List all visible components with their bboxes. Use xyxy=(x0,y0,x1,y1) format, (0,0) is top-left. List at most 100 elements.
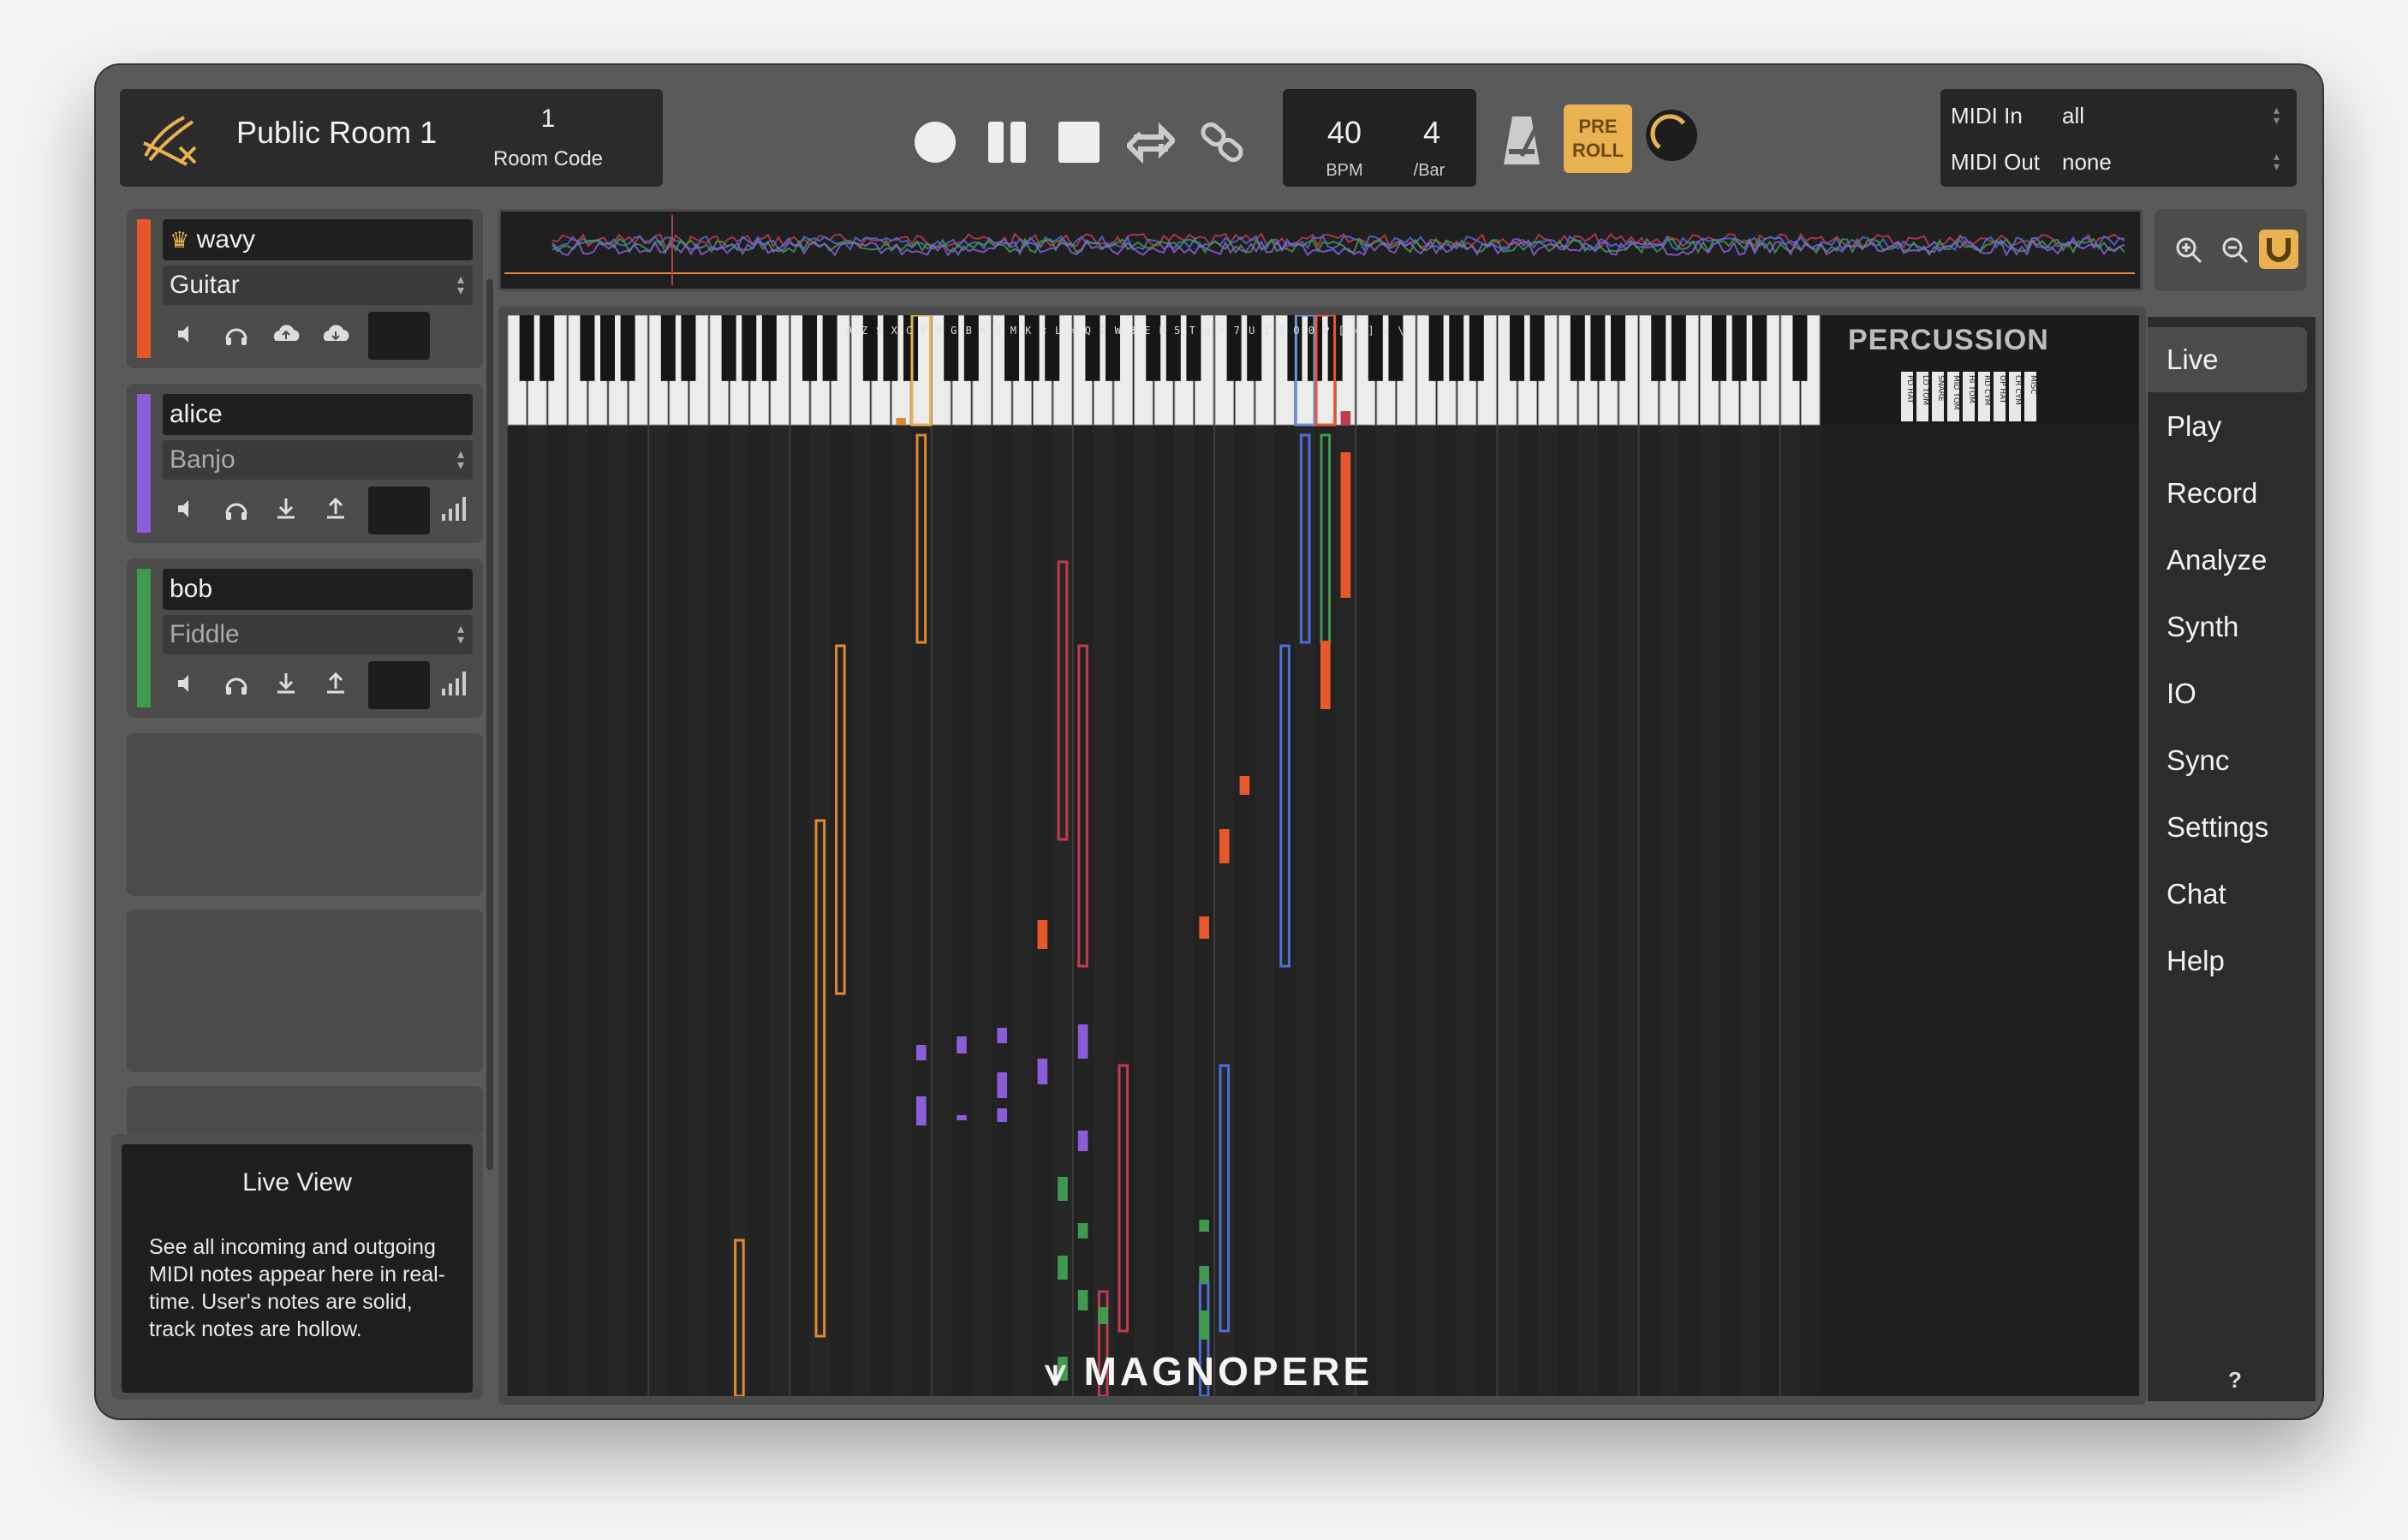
key-letter: ← xyxy=(1383,325,1389,337)
note-lane xyxy=(891,425,911,1396)
nav-item-sync[interactable]: Sync xyxy=(2148,728,2307,793)
note-lane xyxy=(1800,425,1821,1396)
record-icon[interactable] xyxy=(911,118,959,166)
bpm-value[interactable]: 40 xyxy=(1310,115,1379,151)
key-letter: O xyxy=(1293,325,1299,337)
note-lane xyxy=(1558,425,1578,1396)
download-icon[interactable] xyxy=(269,666,303,701)
nav-item-settings[interactable]: Settings xyxy=(2148,795,2307,860)
speaker-icon[interactable] xyxy=(170,317,204,351)
nav-item-record[interactable]: Record xyxy=(2148,461,2307,526)
help-hint[interactable]: ? xyxy=(2228,1367,2242,1394)
instrument-select[interactable]: Banjo ▴ ▾ xyxy=(163,440,473,480)
percussion-label: OP HAT xyxy=(1998,375,2006,404)
room-name[interactable]: Public Room 1 xyxy=(236,115,437,151)
instrument-name: Fiddle xyxy=(170,620,240,648)
nav-item-play[interactable]: Play xyxy=(2148,394,2307,459)
note-lane xyxy=(951,425,972,1396)
nav-item-io[interactable]: IO xyxy=(2148,661,2307,726)
user-note xyxy=(957,1036,967,1054)
user-note xyxy=(1340,411,1351,425)
stop-icon[interactable] xyxy=(1055,118,1103,166)
user-note xyxy=(1098,1307,1108,1324)
key-letter: Q xyxy=(1085,325,1091,337)
nav-item-chat[interactable]: Chat xyxy=(2148,862,2307,927)
volume-knob-icon[interactable] xyxy=(1644,108,1699,163)
black-key xyxy=(1570,315,1585,381)
black-key xyxy=(1449,315,1464,381)
cloud-download-icon[interactable] xyxy=(319,317,353,351)
nav-item-analyze[interactable]: Analyze xyxy=(2148,528,2307,593)
note-lane xyxy=(1739,425,1761,1396)
cloud-upload-icon[interactable] xyxy=(269,317,303,351)
link-icon[interactable] xyxy=(1199,118,1247,166)
midi-out-select[interactable]: none xyxy=(2062,149,2285,176)
track-list-scrollbar[interactable] xyxy=(486,279,493,1170)
zoom-out-icon[interactable] xyxy=(2220,235,2250,266)
loop-icon[interactable] xyxy=(1127,118,1175,166)
note-lane xyxy=(1356,425,1376,1396)
empty-track-slot[interactable] xyxy=(127,910,483,1072)
key-letter: W xyxy=(1115,325,1122,337)
zoom-in-icon[interactable] xyxy=(2173,235,2204,266)
track-card: alice Banjo ▴ ▾ xyxy=(127,384,483,543)
note-lane xyxy=(1659,425,1679,1396)
black-key xyxy=(620,315,635,381)
black-key xyxy=(580,315,595,381)
key-letter: T xyxy=(1189,325,1195,337)
info-body: See all incoming and outgoing MIDI notes… xyxy=(149,1235,446,1341)
midi-out-label: MIDI Out xyxy=(1951,149,2041,175)
app-window: Public Room 1 1 Room Code 40 BPM 4 /Bar … xyxy=(96,65,2322,1418)
note-lane xyxy=(1093,425,1113,1396)
note-lane xyxy=(931,425,952,1396)
instrument-select[interactable]: Guitar ▴ ▾ xyxy=(163,266,473,305)
black-key xyxy=(1752,315,1767,381)
note-lane xyxy=(1255,425,1275,1396)
key-letter: [ xyxy=(1338,325,1344,337)
instrument-select[interactable]: Fiddle ▴ ▾ xyxy=(163,615,473,654)
key-letter: M xyxy=(1010,325,1016,337)
user-note xyxy=(1037,1059,1048,1084)
snap-button[interactable] xyxy=(2259,230,2298,269)
headphones-icon[interactable] xyxy=(219,666,253,701)
headphones-icon[interactable] xyxy=(219,492,253,526)
note-lane xyxy=(790,425,810,1396)
percussion-label: CR CYM xyxy=(2013,375,2022,405)
app-logo-icon[interactable] xyxy=(137,104,206,173)
nav-item-synth[interactable]: Synth xyxy=(2148,594,2307,660)
preroll-button[interactable]: PRE ROLL xyxy=(1564,104,1632,173)
piano-roll[interactable]: A Z S X C F V G B N J M K < L > Q 2 W 3 E R 5 T 6 Y 7 U I 9 O 0 P [=] ← \ PD… xyxy=(506,313,2139,1398)
nav-item-live[interactable]: Live xyxy=(2148,327,2307,392)
timeline-overview[interactable] xyxy=(498,209,2143,291)
track-name-field[interactable]: ♛ wavy xyxy=(163,219,473,260)
headphones-icon[interactable] xyxy=(219,317,253,351)
download-icon[interactable] xyxy=(269,492,303,526)
nav-item-help[interactable]: Help xyxy=(2148,928,2307,994)
midi-in-select[interactable]: all xyxy=(2062,103,2285,129)
note-lane xyxy=(850,425,871,1396)
pause-icon[interactable] xyxy=(983,118,1031,166)
empty-track-slot[interactable] xyxy=(127,1086,483,1137)
track-card: bob Fiddle ▴ ▾ xyxy=(127,558,483,718)
upload-icon[interactable] xyxy=(319,492,353,526)
note-lane xyxy=(1012,425,1033,1396)
user-note xyxy=(1077,1024,1088,1059)
track-list: ♛ wavy Guitar ▴ ▾ alice Banjo ▴ ▾ bob Fiddle… xyxy=(111,209,493,1170)
empty-track-slot[interactable] xyxy=(127,733,483,896)
key-letter: 3 xyxy=(1129,325,1135,337)
brand-mark-icon: ⩛ xyxy=(1045,1352,1070,1394)
metronome-icon[interactable] xyxy=(1500,113,1543,168)
note-lane xyxy=(648,425,669,1396)
speaker-icon[interactable] xyxy=(170,492,204,526)
speaker-icon[interactable] xyxy=(170,666,204,701)
note-lane xyxy=(1760,425,1780,1396)
instrument-name: Guitar xyxy=(170,271,240,299)
beats-per-bar-value[interactable]: 4 xyxy=(1406,115,1457,151)
note-lane xyxy=(870,425,891,1396)
key-letter: 7 xyxy=(1234,325,1240,337)
upload-icon[interactable] xyxy=(319,666,353,701)
track-name-field[interactable]: alice xyxy=(163,394,473,435)
track-name-field[interactable]: bob xyxy=(163,569,473,610)
black-key xyxy=(600,315,616,381)
track-name: bob xyxy=(170,575,213,603)
